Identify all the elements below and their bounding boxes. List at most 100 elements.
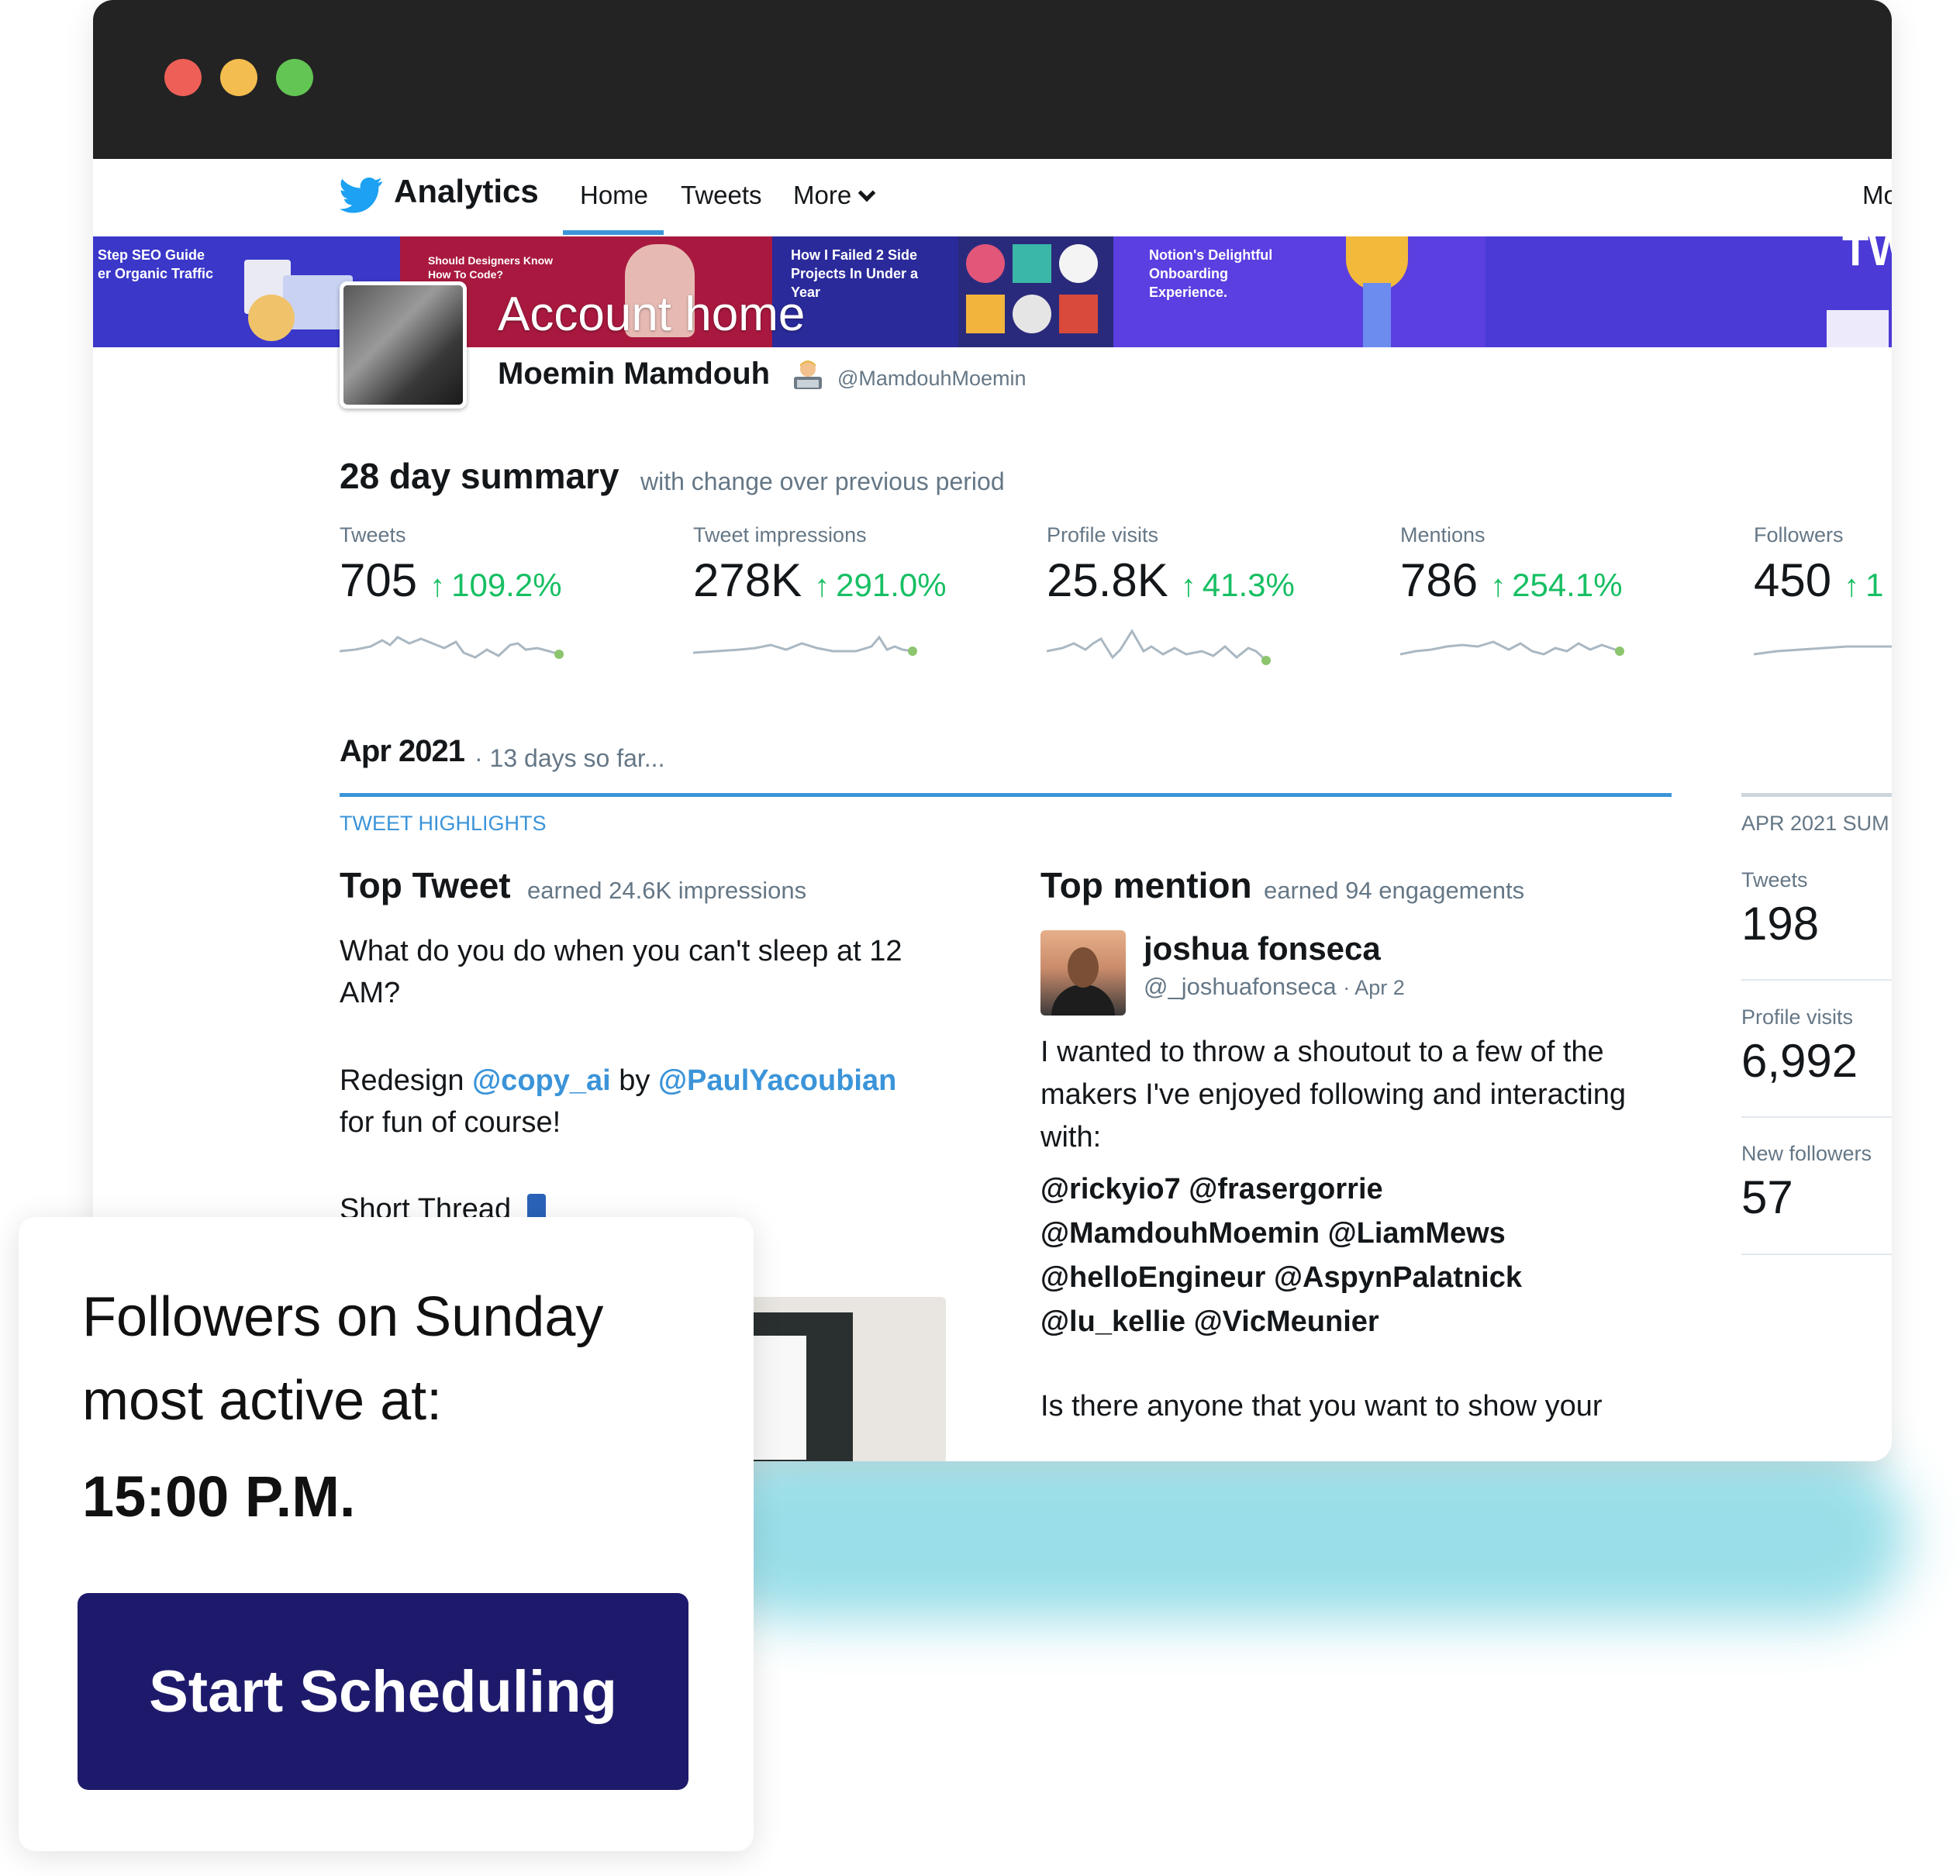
maximize-window-button[interactable] — [276, 59, 313, 96]
metric-label: Mentions — [1400, 523, 1486, 547]
metric-value: 450 — [1754, 554, 1832, 606]
mention-text-continued: Is there anyone that you want to show yo… — [1040, 1390, 1603, 1423]
side-item-label: Profile visits — [1741, 1005, 1854, 1029]
banner-tile: Notion's Delightful Onboarding Experienc… — [1113, 236, 1486, 347]
banner-illustration — [1827, 310, 1889, 347]
arrow-up-icon: ↑ — [814, 569, 830, 603]
metric-value: 25.8K — [1047, 554, 1168, 606]
mention-links-row[interactable]: @rickyio7 @frasergorrie — [1040, 1168, 1692, 1211]
profile-visits-sparkline — [1047, 629, 1271, 665]
close-window-button[interactable] — [164, 59, 202, 96]
mention-links-row[interactable]: @helloEngineur @AspynPalatnick — [1040, 1257, 1692, 1299]
summary-title: 28 day summary — [340, 456, 619, 496]
technologist-emoji-icon — [794, 360, 822, 389]
card-headline-line1: Followers on Sunday — [82, 1286, 604, 1348]
top-mention-title: Top mention — [1040, 865, 1252, 905]
top-tweet-fun: for fun of course! — [340, 1106, 561, 1139]
tweet-highlights-label: TWEET HIGHLIGHTS — [340, 812, 547, 835]
metric-change: 291.0% — [836, 567, 947, 603]
twitter-bird-icon[interactable] — [340, 176, 383, 215]
month-subtitle: · 13 days so far... — [474, 744, 665, 772]
chevron-down-icon — [858, 184, 876, 202]
window-titlebar — [93, 0, 1892, 159]
impressions-sparkline — [693, 635, 917, 656]
side-item-new-followers: New followers 57 — [1741, 1142, 1892, 1224]
mention-author-name[interactable]: joshua fonseca — [1144, 930, 1381, 967]
top-tweet-text[interactable]: What do you do when you can't sleep at 1… — [340, 930, 960, 1014]
side-item-value: 6,992 — [1741, 1035, 1858, 1087]
banner-tile-text: Step SEO Guide er Organic Traffic — [98, 247, 214, 281]
metric-change: 1 — [1865, 567, 1884, 603]
metric-value: 705 — [340, 554, 418, 606]
metric-label: Profile visits — [1047, 523, 1159, 547]
side-divider — [1741, 979, 1892, 981]
banner-tile-text: Should Designers Know How To Code? — [428, 254, 554, 281]
metric-change: 109.2% — [451, 567, 562, 603]
tweet-text-fragment: by — [619, 1064, 650, 1097]
metric-value: 786 — [1400, 554, 1479, 606]
mention-link[interactable]: @copy_ai — [472, 1064, 611, 1097]
mention-avatar[interactable] — [1040, 930, 1126, 1016]
banner-pattern — [1013, 244, 1051, 283]
metric-impressions[interactable]: Tweet impressions 278K ↑ 291.0% — [693, 523, 1019, 607]
banner-tile-text: How I Failed 2 Side Projects In Under a … — [791, 247, 919, 300]
mention-author-handle[interactable]: @_joshuafonseca · Apr 2 — [1144, 973, 1405, 1001]
nav-right-link[interactable]: Mo — [1862, 181, 1892, 210]
side-item-value: 57 — [1741, 1171, 1793, 1223]
summary-subtitle: with change over previous period — [640, 467, 1005, 495]
banner-tile — [958, 236, 1113, 347]
top-tweet-title: Top Tweet — [340, 865, 511, 905]
account-home-heading: Account home — [498, 288, 806, 341]
avatar-shape — [1051, 985, 1115, 1016]
metric-label: Tweets — [340, 523, 406, 547]
top-tweet-redesign[interactable]: Redesign @copy_ai by @PaulYacoubian — [340, 1060, 960, 1102]
arrow-up-icon: ↑ — [1844, 569, 1860, 603]
mention-links-row[interactable]: @MamdouhMoemin @LiamMews — [1040, 1212, 1692, 1255]
side-item-tweets: Tweets 198 — [1741, 868, 1892, 950]
metric-followers[interactable]: Followers 450 ↑ 1 — [1754, 523, 1892, 607]
mention-date: · Apr 2 — [1343, 976, 1405, 999]
profile-handle[interactable]: @MamdouhMoemin — [837, 367, 1027, 391]
active-tab-indicator — [563, 230, 664, 235]
metric-mentions[interactable]: Mentions 786 ↑ 254.1% — [1400, 523, 1726, 607]
side-summary-title: APR 2021 SUM — [1741, 812, 1889, 835]
arrow-up-icon: ↑ — [1180, 569, 1196, 603]
mention-text[interactable]: I wanted to throw a shoutout to a few of… — [1040, 1031, 1692, 1159]
brand-title[interactable]: Analytics — [394, 173, 539, 210]
nav-more-label: More — [793, 181, 852, 209]
mention-link[interactable]: @PaulYacoubian — [658, 1064, 896, 1097]
metric-label: Followers — [1754, 523, 1844, 547]
banner-pattern — [1013, 295, 1051, 333]
card-best-time: 15:00 P.M. — [82, 1464, 356, 1529]
section-divider — [340, 793, 1672, 797]
side-item-value: 198 — [1741, 898, 1820, 950]
banner-pattern — [966, 295, 1005, 333]
metric-profile-visits[interactable]: Profile visits 25.8K ↑ 41.3% — [1047, 523, 1372, 607]
metric-label: Tweet impressions — [693, 523, 867, 547]
top-mention-subtitle: earned 94 engagements — [1264, 877, 1525, 904]
nav-home-link[interactable]: Home — [580, 181, 648, 210]
side-divider — [1741, 1254, 1892, 1255]
mentions-sparkline — [1400, 640, 1624, 656]
start-scheduling-button[interactable]: Start Scheduling — [78, 1593, 688, 1790]
top-nav: Analytics Home Tweets More Mo — [93, 159, 1892, 236]
side-divider — [1741, 793, 1892, 797]
arrow-up-icon: ↑ — [1490, 569, 1506, 603]
decorative-glow — [698, 1450, 1907, 1620]
side-divider — [1741, 1116, 1892, 1118]
followers-sparkline — [1754, 645, 1892, 656]
month-title: Apr 2021 — [340, 734, 465, 768]
metric-tweets[interactable]: Tweets 705 ↑ 109.2% — [340, 523, 665, 607]
tweets-sparkline — [340, 636, 564, 659]
mention-links-row[interactable]: @lu_kellie @VicMeunier — [1040, 1301, 1692, 1343]
minimize-window-button[interactable] — [220, 59, 257, 96]
metric-change: 41.3% — [1202, 567, 1295, 603]
nav-more-menu[interactable]: More — [793, 181, 876, 210]
card-headline-line2: most active at: — [82, 1370, 443, 1432]
profile-avatar[interactable] — [340, 281, 467, 409]
top-tweet-subtitle: earned 24.6K impressions — [527, 877, 807, 904]
banner-tile: TW — [1486, 236, 1892, 347]
metric-change: 254.1% — [1512, 567, 1623, 603]
nav-tweets-link[interactable]: Tweets — [681, 181, 762, 210]
profile-name[interactable]: Moemin Mamdouh — [498, 357, 770, 391]
